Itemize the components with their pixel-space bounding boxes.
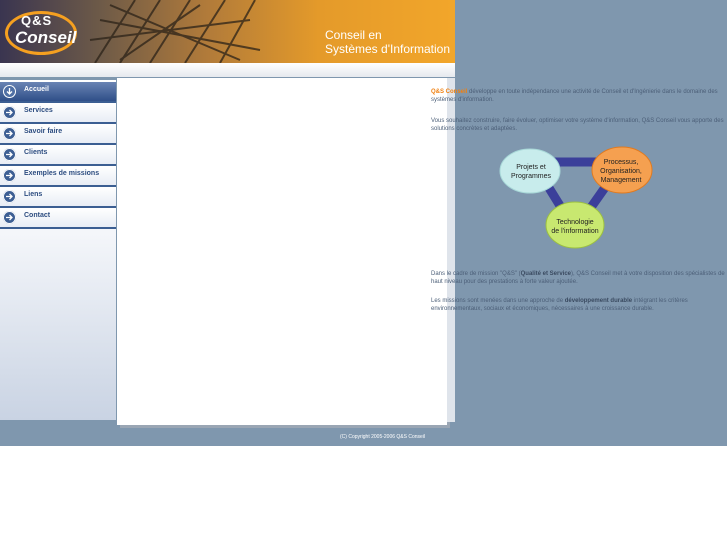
nav-label: Clients — [24, 149, 48, 156]
right-arrow-icon — [3, 148, 16, 161]
tagline-line1: Conseil en — [325, 28, 382, 42]
nav-label: Contact — [24, 212, 51, 219]
node-text-line: Organisation, — [600, 168, 642, 175]
node-text-line: Management — [600, 177, 642, 184]
services-diagram: Projets et Programmes Processus, Organis… — [495, 140, 665, 255]
down-arrow-icon — [3, 85, 16, 98]
mission-paragraph: Dans le cadre de mission "Q&S" (Qualité … — [431, 270, 727, 286]
right-arrow-icon — [3, 169, 16, 182]
nav-label: Accueil — [24, 86, 49, 93]
node-text-line: de l'information — [551, 228, 599, 235]
nav-item-liens[interactable]: Liens — [0, 187, 116, 208]
node-projets: Projets et Programmes — [503, 163, 559, 181]
banner-bottom-strip — [0, 63, 455, 77]
node-text-line: Processus, — [603, 159, 639, 166]
node-text-line: Technologie — [556, 219, 594, 226]
logo-text-bottom: Conseil — [15, 28, 77, 47]
right-arrow-icon — [3, 106, 16, 119]
node-processus: Processus, Organisation, Management — [590, 158, 652, 185]
copyright-notice: (C) Copyright 2005-2006 Q&S Conseil — [340, 434, 426, 440]
intro-text: développe en toute indépendance une acti… — [431, 89, 718, 103]
nav-item-contact[interactable]: Contact — [0, 208, 116, 229]
nav-item-accueil[interactable]: Accueil — [0, 82, 116, 103]
nav-label: Exemples de missions — [24, 170, 100, 177]
mission-strong: Qualité et Service — [520, 271, 571, 277]
nav-label: Services — [24, 107, 53, 114]
intro-paragraph: Q&S Conseil développe en toute indépenda… — [431, 88, 727, 104]
node-technologie: Technologie de l'information — [543, 218, 607, 236]
right-arrow-icon — [3, 190, 16, 203]
right-arrow-icon — [3, 127, 16, 140]
logo-text-top: Q&S — [21, 13, 53, 28]
nav-item-services[interactable]: Services — [0, 103, 116, 124]
node-text-line: Projets et — [516, 164, 546, 171]
header-banner: Q&S Conseil Conseil en Systèmes d'Inform… — [0, 0, 455, 63]
nav-item-clients[interactable]: Clients — [0, 145, 116, 166]
tagline-line2: Systèmes d'Information — [325, 42, 451, 56]
brand-name: Q&S Conseil — [431, 89, 468, 95]
nav-item-savoir-faire[interactable]: Savoir faire — [0, 124, 116, 145]
intro-paragraph-2: Vous souhaitez construire, faire évoluer… — [431, 118, 724, 132]
nav-item-exemples-de-missions[interactable]: Exemples de missions — [0, 166, 116, 187]
mission-text: Dans le cadre de mission "Q&S" ( — [431, 271, 521, 277]
site-tagline: Conseil en Systèmes d'Information — [325, 28, 450, 56]
sustainability-paragraph: Les missions sont menées dans une approc… — [431, 297, 727, 313]
nav-label: Liens — [24, 191, 43, 198]
company-logo[interactable]: Q&S Conseil — [5, 5, 77, 57]
sustainability-strong: développement durable — [564, 298, 633, 304]
nav-label: Savoir faire — [24, 128, 63, 135]
main-content-panel — [117, 78, 447, 425]
node-text-line: Programmes — [510, 173, 552, 180]
right-arrow-icon — [3, 211, 16, 224]
sustainability-text: Les missions sont menées dans une approc… — [431, 298, 565, 304]
